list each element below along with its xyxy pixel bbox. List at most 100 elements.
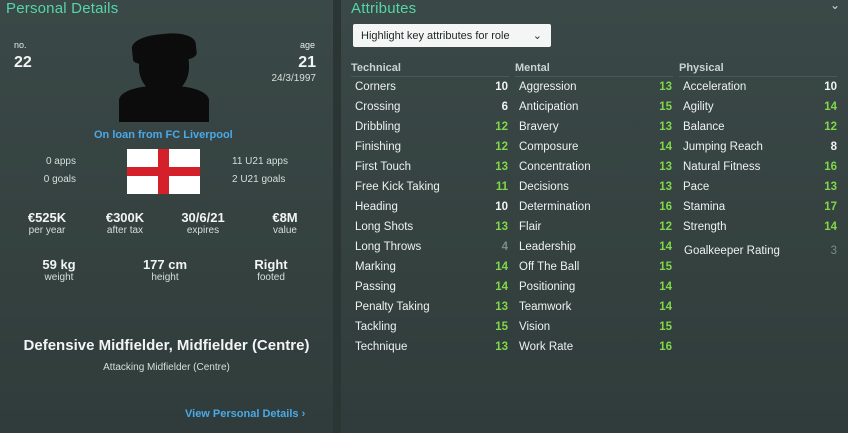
attribute-name: Pace	[683, 181, 710, 193]
mental-divider	[515, 76, 673, 77]
attribute-row-technical[interactable]: Penalty Taking 13	[355, 298, 508, 318]
attribute-row-technical[interactable]: Passing 14	[355, 278, 508, 298]
personal-details-panel: Personal Details no. 22 age 21 24/3/1997…	[0, 0, 334, 433]
attribute-value: 13	[659, 161, 672, 173]
attribute-name: Concentration	[519, 161, 591, 173]
attribute-name: Jumping Reach	[683, 141, 763, 153]
attribute-row-physical[interactable]: Balance 12	[683, 118, 837, 138]
attribute-row-technical[interactable]: Heading 10	[355, 198, 508, 218]
attribute-name: Positioning	[519, 281, 576, 293]
attribute-name: Vision	[519, 321, 551, 333]
attribute-name: Off The Ball	[519, 261, 580, 273]
attribute-name: Tackling	[355, 321, 397, 333]
panel-divider[interactable]	[333, 0, 341, 433]
stat-wage: €525K per year	[27, 210, 67, 236]
technical-divider	[351, 76, 509, 77]
goals-count: 0 goals	[43, 174, 76, 185]
attribute-row-mental[interactable]: Work Rate 16	[519, 338, 672, 358]
attribute-row-technical[interactable]: Tackling 15	[355, 318, 508, 338]
attribute-value: 16	[824, 161, 837, 173]
attribute-row-technical[interactable]: First Touch 13	[355, 158, 508, 178]
attribute-row-mental[interactable]: Composure 14	[519, 138, 672, 158]
chevron-down-icon[interactable]: ⌄	[830, 0, 840, 12]
attribute-value: 14	[824, 101, 837, 113]
stat-footed: Right footed	[254, 257, 288, 283]
attribute-row-mental[interactable]: Off The Ball 15	[519, 258, 672, 278]
stat-after-tax: €300K after tax	[105, 210, 145, 236]
attribute-value: 14	[659, 301, 672, 313]
attribute-row-mental[interactable]: Decisions 13	[519, 178, 672, 198]
attribute-name: Bravery	[519, 121, 559, 133]
stat-height: 177 cm height	[142, 257, 188, 283]
attribute-name: Decisions	[519, 181, 569, 193]
attribute-value: 12	[495, 121, 508, 133]
attribute-row-physical[interactable]: Jumping Reach 8	[683, 138, 837, 158]
attribute-row-technical[interactable]: Marking 14	[355, 258, 508, 278]
attribute-name: Strength	[683, 221, 727, 233]
attribute-row-technical[interactable]: Long Throws 4	[355, 238, 508, 258]
attribute-value: 8	[830, 141, 837, 153]
age-label: age	[299, 40, 315, 50]
attribute-value: 6	[501, 101, 508, 113]
attribute-name: Goalkeeper Rating	[684, 245, 780, 257]
attribute-row-mental[interactable]: Flair 12	[519, 218, 672, 238]
highlight-role-dropdown[interactable]: Highlight key attributes for role ⌄	[353, 24, 551, 47]
attribute-row-mental[interactable]: Leadership 14	[519, 238, 672, 258]
technical-header: Technical	[351, 62, 401, 74]
attribute-row-technical[interactable]: Long Shots 13	[355, 218, 508, 238]
attribute-row-technical[interactable]: Technique 13	[355, 338, 508, 358]
u21-goals-count: 2 U21 goals	[232, 174, 286, 185]
attribute-name: Marking	[355, 261, 396, 273]
attribute-value: 13	[824, 181, 837, 193]
attribute-name: Work Rate	[519, 341, 574, 353]
attribute-row-physical[interactable]: Strength 14	[683, 218, 837, 238]
attribute-row-physical[interactable]: Pace 13	[683, 178, 837, 198]
attribute-name: Heading	[355, 201, 398, 213]
attribute-value: 13	[495, 221, 508, 233]
attribute-row-physical[interactable]: Stamina 17	[683, 198, 837, 218]
attribute-row-technical[interactable]: Corners 10	[355, 78, 508, 98]
attribute-name: Crossing	[355, 101, 401, 113]
attribute-row-mental[interactable]: Vision 15	[519, 318, 672, 338]
secondary-positions: Attacking Midfielder (Centre)	[103, 362, 230, 373]
attribute-row-mental[interactable]: Anticipation 15	[519, 98, 672, 118]
attribute-value: 12	[659, 221, 672, 233]
view-personal-details-link[interactable]: View Personal Details ›	[185, 404, 305, 422]
attribute-row-mental[interactable]: Determination 16	[519, 198, 672, 218]
attribute-row-mental[interactable]: Bravery 13	[519, 118, 672, 138]
attributes-title: Attributes	[351, 0, 417, 17]
attribute-row-physical[interactable]: Acceleration 10	[683, 78, 837, 98]
attribute-row-physical[interactable]: Natural Fitness 16	[683, 158, 837, 178]
loan-link[interactable]: On loan from FC Liverpool	[94, 129, 233, 141]
goalkeeper-rating-row[interactable]: Goalkeeper Rating 3	[684, 242, 837, 262]
physical-header: Physical	[679, 62, 724, 74]
attribute-name: Penalty Taking	[355, 301, 430, 313]
attribute-row-physical[interactable]: Agility 14	[683, 98, 837, 118]
attribute-row-mental[interactable]: Concentration 13	[519, 158, 672, 178]
attribute-name: Aggression	[519, 81, 577, 93]
stat-expires: 30/6/21 expires	[181, 210, 225, 236]
attribute-value: 16	[659, 341, 672, 353]
attribute-name: Long Shots	[355, 221, 414, 233]
attribute-row-technical[interactable]: Dribbling 12	[355, 118, 508, 138]
attribute-name: Finishing	[355, 141, 402, 153]
attribute-row-mental[interactable]: Teamwork 14	[519, 298, 672, 318]
squad-number: 22	[14, 54, 32, 71]
attribute-value: 14	[824, 221, 837, 233]
attribute-name: Composure	[519, 141, 579, 153]
attribute-row-technical[interactable]: Finishing 12	[355, 138, 508, 158]
attribute-row-mental[interactable]: Aggression 13	[519, 78, 672, 98]
attribute-value: 13	[659, 181, 672, 193]
attribute-row-technical[interactable]: Crossing 6	[355, 98, 508, 118]
attribute-row-technical[interactable]: Free Kick Taking 11	[355, 178, 508, 198]
attribute-value: 15	[495, 321, 508, 333]
attribute-name: Dribbling	[355, 121, 401, 133]
attribute-value: 3	[830, 245, 837, 257]
attribute-name: Acceleration	[683, 81, 747, 93]
attribute-row-mental[interactable]: Positioning 14	[519, 278, 672, 298]
attribute-value: 15	[659, 261, 672, 273]
attribute-name: Free Kick Taking	[355, 181, 440, 193]
chevron-right-icon: ›	[298, 408, 306, 420]
attribute-value: 10	[824, 81, 837, 93]
attribute-value: 15	[659, 321, 672, 333]
